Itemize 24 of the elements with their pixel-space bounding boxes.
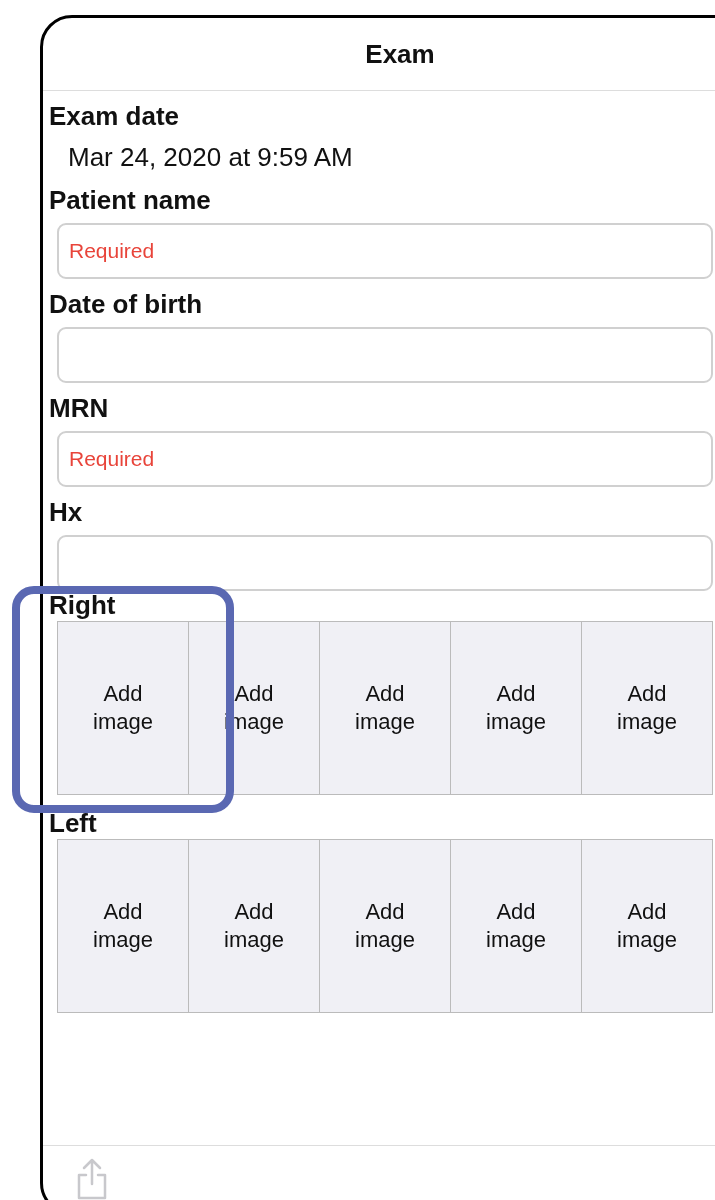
field-label: Patient name (49, 184, 212, 217)
add-image-tile[interactable]: Add image (451, 840, 582, 1012)
add-image-tile[interactable]: Add image (320, 840, 451, 1012)
field-value: Mar 24, 2020 at 9:59 AM (68, 141, 354, 174)
field-label: Date of birth (49, 288, 204, 321)
screen-title: Exam (365, 38, 435, 70)
section-label: Right (49, 591, 117, 619)
add-image-tile[interactable]: Add image (582, 840, 713, 1012)
share-icon (75, 1158, 109, 1200)
section-label: Left (49, 809, 98, 837)
input-field[interactable]: Required (57, 431, 713, 487)
add-image-tile[interactable]: Add image (58, 622, 189, 794)
add-image-tile[interactable]: Add image (58, 840, 189, 1012)
share-button[interactable] (75, 1158, 109, 1200)
input-field[interactable] (57, 535, 713, 591)
field-label: MRN (49, 392, 110, 425)
add-image-tile[interactable]: Add image (451, 622, 582, 794)
add-image-tile[interactable]: Add image (582, 622, 713, 794)
field-label: Hx (49, 496, 84, 529)
input-field[interactable]: Required (57, 223, 713, 279)
add-image-tile[interactable]: Add image (320, 622, 451, 794)
field-label: Exam date (49, 100, 181, 133)
input-field[interactable] (57, 327, 713, 383)
add-image-tile[interactable]: Add image (189, 840, 320, 1012)
